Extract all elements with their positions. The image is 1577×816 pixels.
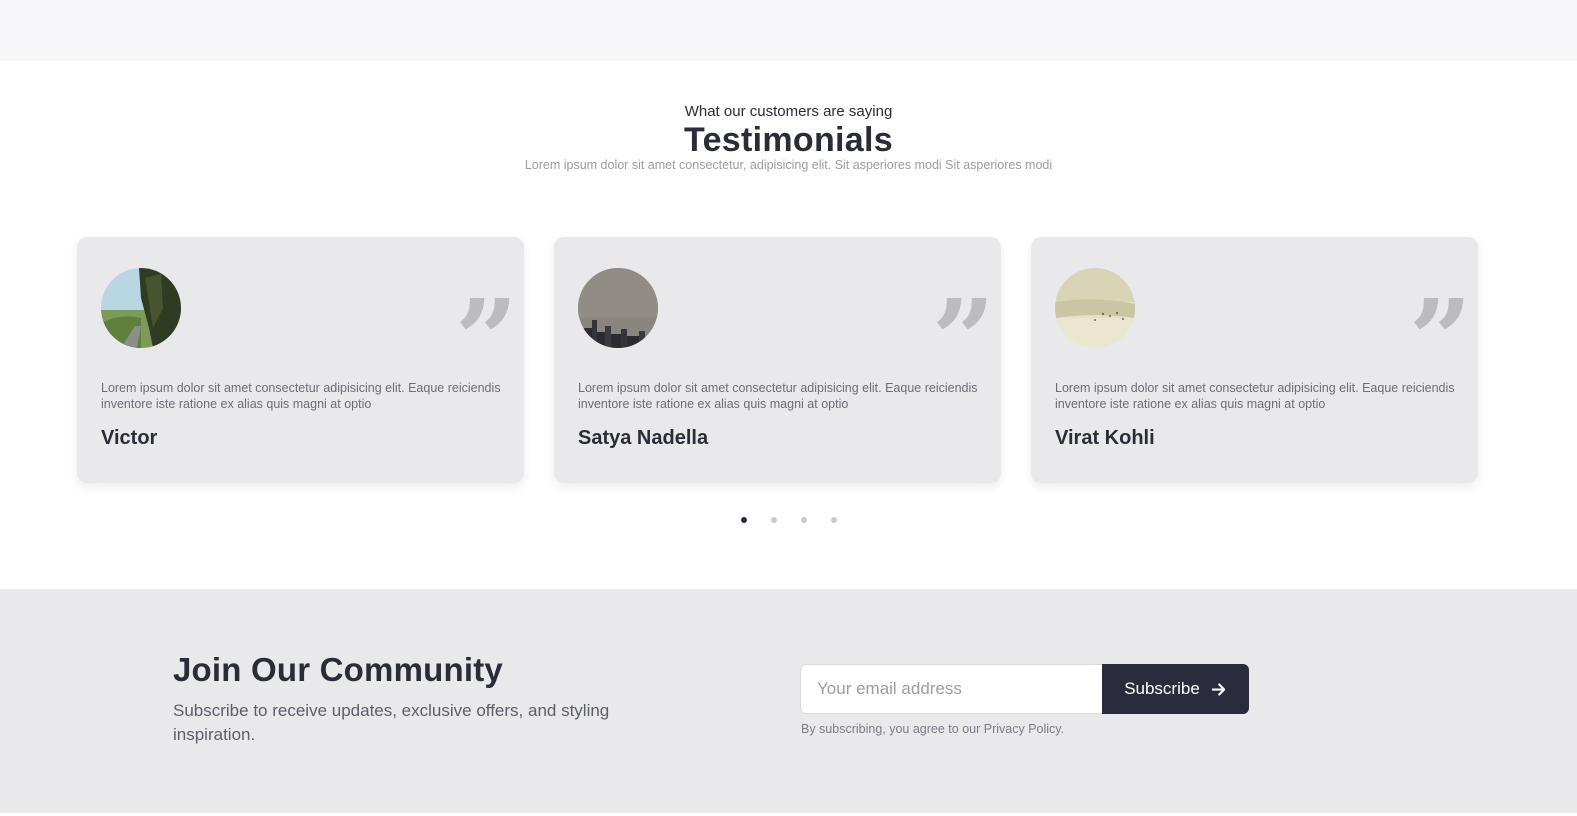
arrow-right-icon — [1211, 682, 1226, 696]
testimonial-text: Lorem ipsum dolor sit amet consectetur a… — [578, 381, 978, 411]
subscribe-button[interactable]: Subscribe — [1102, 664, 1249, 714]
subscribe-label: Subscribe — [1124, 679, 1200, 698]
testimonial-text: Lorem ipsum dolor sit amet consectetur a… — [1055, 381, 1455, 411]
city-skyline-photo — [578, 268, 658, 348]
testimonial-author: Satya Nadella — [578, 427, 709, 449]
beach-photo — [1055, 268, 1135, 348]
testimonial-card: ” Lorem ipsum dolor sit amet consectetur… — [1031, 237, 1478, 483]
pagination-dot-3[interactable] — [800, 517, 807, 523]
top-strip — [0, 0, 1577, 61]
community-description: Subscribe to receive updates, exclusive … — [173, 701, 610, 744]
avatar — [101, 268, 181, 348]
testimonials-section: What our customers are saying Testimonia… — [0, 61, 1577, 589]
community-title: Join Our Community — [173, 651, 503, 688]
email-input[interactable] — [800, 664, 1102, 714]
section-title: Testimonials — [684, 121, 893, 159]
forest-road-photo — [101, 268, 181, 348]
testimonial-card: ” Lorem ipsum dolor sit amet consectetur… — [77, 237, 524, 483]
carousel-pagination — [0, 517, 1577, 523]
community-section: Join Our Community Subscribe to receive … — [0, 589, 1577, 813]
subscribe-form: Subscribe — [800, 664, 1249, 714]
pagination-dot-2[interactable] — [770, 517, 777, 523]
testimonial-text: Lorem ipsum dolor sit amet consectetur a… — [101, 381, 501, 411]
section-subtitle: Lorem ipsum dolor sit amet consectetur, … — [524, 158, 1053, 172]
avatar — [578, 268, 658, 348]
testimonial-author: Virat Kohli — [1055, 427, 1155, 449]
testimonial-author: Victor — [101, 427, 158, 449]
pagination-dot-1[interactable] — [740, 517, 747, 523]
testimonial-card: ” Lorem ipsum dolor sit amet consectetur… — [554, 237, 1001, 483]
section-kicker: What our customers are saying — [684, 103, 893, 120]
pagination-dot-4[interactable] — [830, 517, 837, 523]
quote-icon: ” — [1408, 285, 1472, 375]
avatar — [1055, 268, 1135, 348]
quote-icon: ” — [454, 285, 518, 375]
privacy-notice: By subscribing, you agree to our Privacy… — [801, 722, 1065, 736]
quote-icon: ” — [931, 285, 995, 375]
